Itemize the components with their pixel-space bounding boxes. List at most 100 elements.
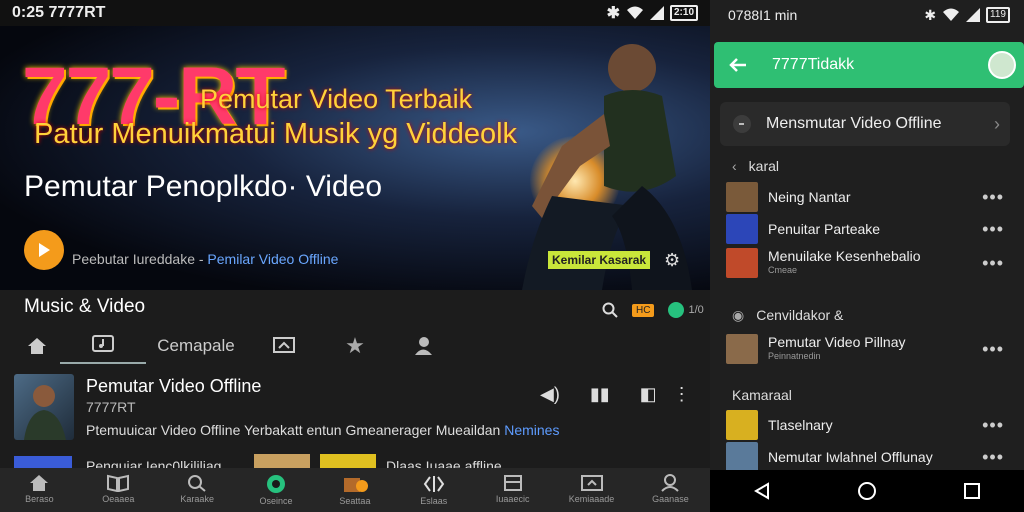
profile-icon <box>661 474 680 492</box>
video-thumbnail[interactable] <box>14 374 74 440</box>
item-title: Penuitar Parteake <box>768 221 881 237</box>
bottom-nav: Beraso Oeaaea Karaake Oseince Seattaa Es… <box>0 468 710 512</box>
book-icon <box>107 474 130 492</box>
more-icon[interactable]: ••• <box>982 339 1004 360</box>
channel-name[interactable]: 7777RT <box>86 399 136 415</box>
nav-home[interactable]: Beraso <box>9 474 69 504</box>
item-thumbnail[interactable] <box>726 182 758 212</box>
nav-location[interactable]: Oseince <box>246 474 306 506</box>
more-icon[interactable]: ••• <box>982 253 1004 274</box>
nav-code[interactable]: Eslaas <box>404 474 464 506</box>
item-title: Nemutar Iwlahnel Offlunay <box>768 449 933 465</box>
list-item[interactable]: Pemutar Video Offline 7777RT Ptemuuicar … <box>14 372 704 442</box>
video-description: Ptemuuicar Video Offline Yerbakatt entun… <box>86 422 559 438</box>
list-item[interactable]: Menuilake Kesenhebalio Cmeae ••• <box>726 248 1016 278</box>
code-icon <box>423 476 445 492</box>
more-icon[interactable]: ••• <box>982 447 1004 468</box>
hero-badge: Kemilar Kasarak <box>548 251 651 269</box>
group-heading: ‹ karal <box>732 158 779 174</box>
folder-icon <box>343 478 368 492</box>
list-item[interactable]: Neing Nantar ••• <box>726 182 1016 212</box>
signal-icon <box>966 8 981 22</box>
battery-icon: 2:10 <box>669 5 698 21</box>
play-icon <box>39 243 50 257</box>
tab-screencast[interactable] <box>246 328 322 364</box>
voice-icon: ◉ <box>732 307 745 323</box>
tab-favorites[interactable]: ★ <box>322 328 388 364</box>
item-thumbnail[interactable] <box>726 248 758 278</box>
more-vertical-icon[interactable]: ⋮ <box>673 384 691 405</box>
hero-footer-link[interactable]: Pemilar Video Offline <box>207 251 338 267</box>
status-time: 0:25 7777RT <box>12 4 106 21</box>
list-item[interactable]: Tlaselnary ••• <box>726 410 1016 440</box>
tab-home[interactable] <box>14 328 60 364</box>
nav-library[interactable]: Oeaaea <box>88 474 148 504</box>
list-item[interactable]: Penuitar Parteake ••• <box>726 214 1016 244</box>
section-actions: HC 1/0 <box>602 302 704 318</box>
hero-title-line3: Patur Menuikmatui Musik yg Viddeolk <box>34 118 518 150</box>
tab-music[interactable] <box>60 328 146 364</box>
settings-icon[interactable]: ⚙ <box>664 250 680 271</box>
nav-profile[interactable]: Gaanase <box>640 474 700 504</box>
speaker-icon[interactable]: ◧ <box>640 384 657 405</box>
item-thumbnail[interactable] <box>726 442 758 472</box>
status-bar: 0:25 7777RT ✱ 2:10 <box>0 0 710 26</box>
play-button[interactable] <box>24 230 64 270</box>
app-header: 7777Tidakk <box>714 42 1024 88</box>
list-item[interactable]: Pemutar Video Pillnay Peinnatnedin ••• <box>726 334 1016 364</box>
home-circle-icon[interactable] <box>857 481 877 501</box>
header-title: 7777Tidakk <box>772 56 855 73</box>
group-heading: ◉ Cenvildakor & <box>732 307 843 324</box>
tab-cemapale[interactable]: Cemapale <box>146 328 246 364</box>
video-title[interactable]: Pemutar Video Offline <box>86 376 261 397</box>
status-toggle[interactable]: 1/0 <box>668 302 704 318</box>
recents-square-icon[interactable] <box>963 482 981 500</box>
item-thumbnail[interactable] <box>726 334 758 364</box>
back-circle-icon <box>733 115 751 133</box>
status-icons: ✱ 2:10 <box>607 3 698 23</box>
green-dot-icon <box>668 302 685 318</box>
nav-label: Oeaaea <box>102 494 135 504</box>
status-count: 1/0 <box>688 304 704 316</box>
more-icon[interactable]: ••• <box>982 219 1004 240</box>
more-link[interactable]: Nemines <box>504 422 559 438</box>
avatar[interactable] <box>988 51 1016 79</box>
group-heading-text: karal <box>748 158 780 174</box>
offline-player-card[interactable]: Mensmutar Video Offline › <box>720 102 1010 146</box>
list-item[interactable]: Nemutar Iwlahnel Offlunay ••• <box>726 442 1016 472</box>
item-title: Menuilake Kesenhebalio Cmeae <box>768 249 921 277</box>
nav-search[interactable]: Karaake <box>167 474 227 504</box>
hd-badge[interactable]: HC <box>632 303 655 317</box>
search-icon[interactable] <box>602 302 618 318</box>
hero-banner[interactable]: 777-RT Pemutar Video Terbaik Patur Menui… <box>0 26 710 290</box>
star-icon: ★ <box>345 333 365 358</box>
more-icon[interactable]: ••• <box>982 415 1004 436</box>
chevron-right-icon: › <box>994 113 1000 134</box>
music-note-icon <box>92 335 114 352</box>
tab-profile[interactable] <box>388 328 458 364</box>
nav-folder[interactable]: Seattaa <box>325 474 385 506</box>
volume-icon[interactable]: ◀) <box>540 384 560 405</box>
more-icon[interactable]: ••• <box>982 187 1004 208</box>
nav-screen[interactable]: Kemiaaade <box>562 474 622 504</box>
item-thumbnail[interactable] <box>726 410 758 440</box>
back-arrow-icon[interactable] <box>728 57 748 73</box>
hero-subtitle: Pemutar Penoplkdo· Video <box>24 170 383 203</box>
item-thumbnail[interactable] <box>726 214 758 244</box>
item-subtitle: Cmeae <box>768 265 798 275</box>
nav-label: Karaake <box>180 494 214 504</box>
home-icon <box>30 475 49 491</box>
nav-label: Seattaa <box>339 496 371 506</box>
hero-footer-prefix: Peebutar Iureddake - <box>72 251 208 267</box>
home-icon <box>28 338 46 354</box>
nav-label: Oseince <box>259 496 293 506</box>
back-triangle-icon[interactable] <box>753 482 771 500</box>
nav-label: Iuaaecic <box>495 494 530 504</box>
wifi-icon <box>943 8 960 21</box>
signal-icon <box>649 6 664 20</box>
nav-label: Kemiaaade <box>568 494 615 504</box>
nav-inbox[interactable]: Iuaaecic <box>483 474 543 504</box>
bars-icon[interactable]: ▮▮ <box>590 384 610 405</box>
voice-icon: ‹ <box>732 158 737 174</box>
item-title-text: Menuilake Kesenhebalio <box>768 248 921 264</box>
